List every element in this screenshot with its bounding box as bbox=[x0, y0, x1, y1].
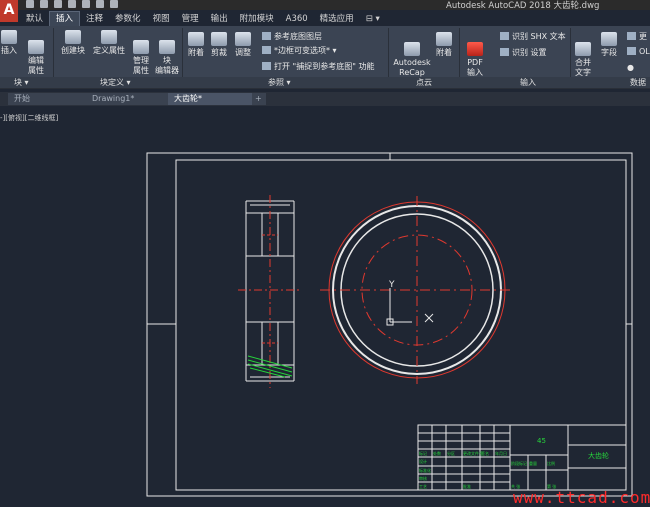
tb-cell-11: 标准化 bbox=[419, 467, 431, 473]
ucs-icon: Y bbox=[386, 280, 434, 326]
material-label: 45 bbox=[537, 437, 546, 445]
tb-cell-1: 标记 bbox=[419, 450, 427, 456]
tb-cell-3: 分区 bbox=[447, 450, 455, 456]
tb-cell-9: 比例 bbox=[547, 460, 555, 466]
gear-section-view bbox=[238, 195, 302, 388]
tb-cell-5: 签名 bbox=[481, 450, 489, 456]
tb-cell-6: 年月日 bbox=[495, 450, 507, 456]
tb-cell-13: 工艺 bbox=[419, 484, 427, 489]
inner-border bbox=[175, 159, 627, 491]
tb-cell-8: 重量 bbox=[529, 460, 537, 466]
tb-cell-7: 阶段标记 bbox=[511, 460, 527, 466]
tb-cell-14: 批准 bbox=[463, 483, 471, 489]
watermark: www.ttcad.com bbox=[513, 488, 650, 507]
drawing-canvas[interactable]: Y 45 大齿轮 标记 处数 分区 更改文件号 签名 年月日 阶段标记 重量 比… bbox=[0, 0, 650, 507]
tb-cell-12: 审核 bbox=[419, 475, 427, 481]
drawing-name-label: 大齿轮 bbox=[588, 451, 609, 460]
ucs-y-label: Y bbox=[388, 280, 395, 290]
tb-cell-4: 更改文件号 bbox=[463, 450, 483, 456]
tb-cell-10: 设计 bbox=[419, 458, 427, 464]
tb-cell-2: 处数 bbox=[433, 450, 441, 456]
title-block: 45 大齿轮 标记 处数 分区 更改文件号 签名 年月日 阶段标记 重量 比例 … bbox=[417, 424, 627, 491]
gear-front-view bbox=[320, 196, 514, 384]
